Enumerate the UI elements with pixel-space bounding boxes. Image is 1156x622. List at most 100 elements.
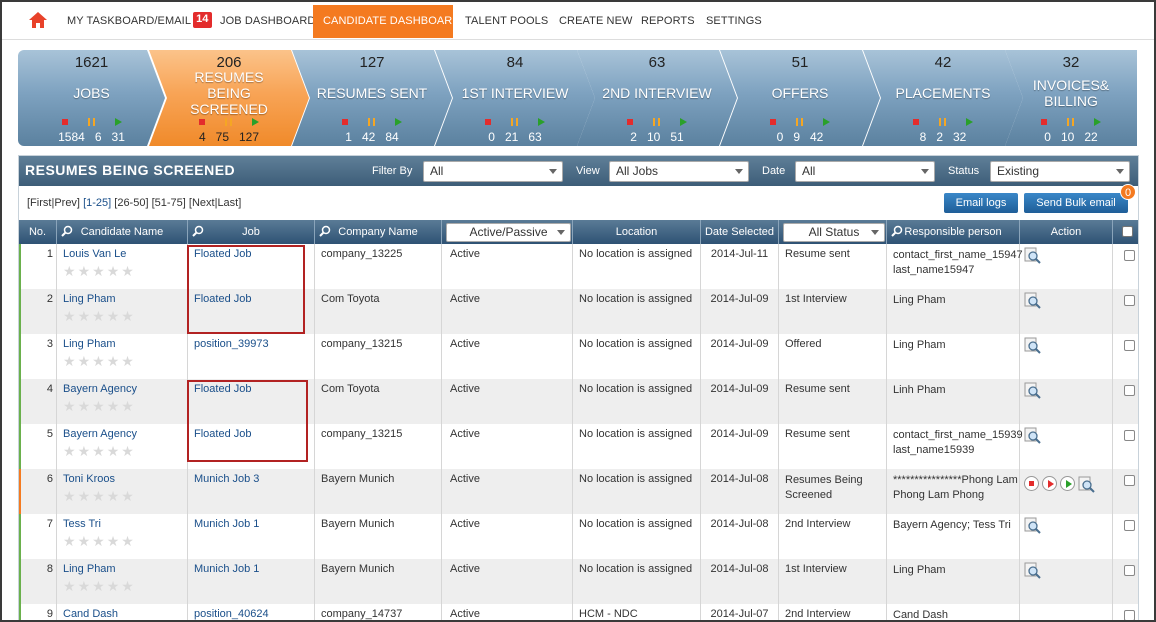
- nav-create-new[interactable]: CREATE NEW: [549, 5, 643, 38]
- header-candidate[interactable]: Candidate Name: [57, 220, 188, 244]
- star-icon[interactable]: ★: [107, 489, 120, 503]
- stop-icon[interactable]: [1024, 476, 1039, 491]
- candidate-link[interactable]: Ling Pham: [63, 293, 187, 305]
- rating-stars[interactable]: ★ ★ ★ ★ ★: [63, 399, 187, 413]
- header-company[interactable]: Company Name: [315, 220, 442, 244]
- play-icon[interactable]: [1042, 476, 1057, 491]
- search-icon[interactable]: [891, 225, 903, 237]
- pager-range-2[interactable]: [26-50]: [114, 197, 148, 209]
- stage-resumes-sent[interactable]: 127 RESUMES SENT 1 42 84: [292, 50, 452, 146]
- nav-talent-pools[interactable]: TALENT POOLS: [455, 5, 558, 38]
- nav-job-dashboard[interactable]: JOB DASHBOARD: [210, 5, 325, 38]
- star-icon[interactable]: ★: [63, 354, 76, 368]
- header-job[interactable]: Job: [188, 220, 315, 244]
- star-icon[interactable]: ★: [63, 309, 76, 323]
- candidate-link[interactable]: Cand Dash: [63, 608, 187, 620]
- star-icon[interactable]: ★: [92, 534, 105, 548]
- star-icon[interactable]: ★: [92, 444, 105, 458]
- search-icon[interactable]: [319, 225, 331, 237]
- pager-range-1[interactable]: [1-25]: [83, 197, 111, 209]
- star-icon[interactable]: ★: [121, 534, 134, 548]
- star-icon[interactable]: ★: [63, 489, 76, 503]
- star-icon[interactable]: ★: [107, 534, 120, 548]
- magnifier-icon[interactable]: [1078, 476, 1096, 494]
- select-all-checkbox[interactable]: [1122, 226, 1133, 237]
- pager-range-3[interactable]: [51-75]: [152, 197, 186, 209]
- view-select[interactable]: All Jobs: [609, 161, 749, 182]
- nav-reports[interactable]: REPORTS: [631, 5, 705, 38]
- magnifier-icon[interactable]: [1024, 562, 1042, 580]
- header-date-selected[interactable]: Date Selected: [701, 220, 779, 244]
- star-icon[interactable]: ★: [78, 399, 91, 413]
- filter-by-select[interactable]: All: [423, 161, 563, 182]
- rating-stars[interactable]: ★ ★ ★ ★ ★: [63, 534, 187, 548]
- star-icon[interactable]: ★: [78, 354, 91, 368]
- magnifier-icon[interactable]: [1024, 337, 1042, 355]
- all-status-select[interactable]: All Status: [783, 223, 885, 242]
- pager-next[interactable]: [Next: [189, 197, 215, 209]
- stage-placements[interactable]: 42 PLACEMENTS 8 2 32: [863, 50, 1023, 146]
- star-icon[interactable]: ★: [107, 354, 120, 368]
- star-icon[interactable]: ★: [78, 489, 91, 503]
- star-icon[interactable]: ★: [121, 579, 134, 593]
- star-icon[interactable]: ★: [121, 399, 134, 413]
- stage-1st-interview[interactable]: 84 1ST INTERVIEW 0 21 63: [435, 50, 595, 146]
- row-checkbox[interactable]: [1124, 430, 1135, 441]
- search-icon[interactable]: [61, 225, 73, 237]
- star-icon[interactable]: ★: [92, 264, 105, 278]
- star-icon[interactable]: ★: [92, 354, 105, 368]
- rating-stars[interactable]: ★ ★ ★ ★ ★: [63, 309, 187, 323]
- star-icon[interactable]: ★: [107, 264, 120, 278]
- star-icon[interactable]: ★: [63, 534, 76, 548]
- star-icon[interactable]: ★: [78, 579, 91, 593]
- row-checkbox[interactable]: [1124, 475, 1135, 486]
- email-logs-button[interactable]: Email logs: [944, 193, 1018, 213]
- star-icon[interactable]: ★: [107, 399, 120, 413]
- rating-stars[interactable]: ★ ★ ★ ★ ★: [63, 264, 187, 278]
- star-icon[interactable]: ★: [63, 264, 76, 278]
- nav-settings[interactable]: SETTINGS: [696, 5, 772, 38]
- header-responsible[interactable]: Responsible person: [887, 220, 1020, 244]
- job-link[interactable]: Floated Job: [194, 248, 251, 260]
- stage-2nd-interview[interactable]: 63 2ND INTERVIEW 2 10 51: [577, 50, 737, 146]
- magnifier-icon[interactable]: [1024, 247, 1042, 265]
- status-select[interactable]: Existing: [990, 161, 1130, 182]
- rating-stars[interactable]: ★ ★ ★ ★ ★: [63, 444, 187, 458]
- star-icon[interactable]: ★: [78, 534, 91, 548]
- row-checkbox[interactable]: [1124, 610, 1135, 620]
- star-icon[interactable]: ★: [63, 444, 76, 458]
- job-link[interactable]: position_40624: [194, 608, 269, 620]
- magnifier-icon[interactable]: [1024, 382, 1042, 400]
- job-link[interactable]: Munich Job 1: [194, 518, 259, 530]
- header-location[interactable]: Location: [573, 220, 701, 244]
- candidate-link[interactable]: Louis Van Le: [63, 248, 187, 260]
- search-icon[interactable]: [192, 225, 204, 237]
- rating-stars[interactable]: ★ ★ ★ ★ ★: [63, 579, 187, 593]
- star-icon[interactable]: ★: [78, 444, 91, 458]
- stage-jobs[interactable]: 1621 JOBS 1584 6 31: [18, 50, 165, 146]
- row-checkbox[interactable]: [1124, 295, 1135, 306]
- nav-candidate-dashboard[interactable]: CANDIDATE DASHBOARD: [313, 5, 460, 38]
- job-link[interactable]: Floated Job: [194, 293, 251, 305]
- star-icon[interactable]: ★: [63, 399, 76, 413]
- star-icon[interactable]: ★: [107, 444, 120, 458]
- pager-prev[interactable]: Prev]: [54, 197, 80, 209]
- home-icon[interactable]: [28, 11, 48, 29]
- star-icon[interactable]: ★: [121, 354, 134, 368]
- candidate-link[interactable]: Tess Tri: [63, 518, 187, 530]
- rating-stars[interactable]: ★ ★ ★ ★ ★: [63, 354, 187, 368]
- send-bulk-email-button[interactable]: Send Bulk email: [1024, 193, 1128, 213]
- star-icon[interactable]: ★: [63, 579, 76, 593]
- row-checkbox[interactable]: [1124, 565, 1135, 576]
- job-link[interactable]: Floated Job: [194, 383, 251, 395]
- magnifier-icon[interactable]: [1024, 292, 1042, 310]
- star-icon[interactable]: ★: [78, 264, 91, 278]
- job-link[interactable]: Munich Job 1: [194, 563, 259, 575]
- magnifier-icon[interactable]: [1024, 427, 1042, 445]
- nav-my-taskboard[interactable]: MY TASKBOARD/EMAIL 14: [57, 5, 222, 38]
- header-no[interactable]: No.: [19, 220, 57, 244]
- star-icon[interactable]: ★: [107, 579, 120, 593]
- job-link[interactable]: Floated Job: [194, 428, 251, 440]
- job-link[interactable]: Munich Job 3: [194, 473, 259, 485]
- star-icon[interactable]: ★: [121, 264, 134, 278]
